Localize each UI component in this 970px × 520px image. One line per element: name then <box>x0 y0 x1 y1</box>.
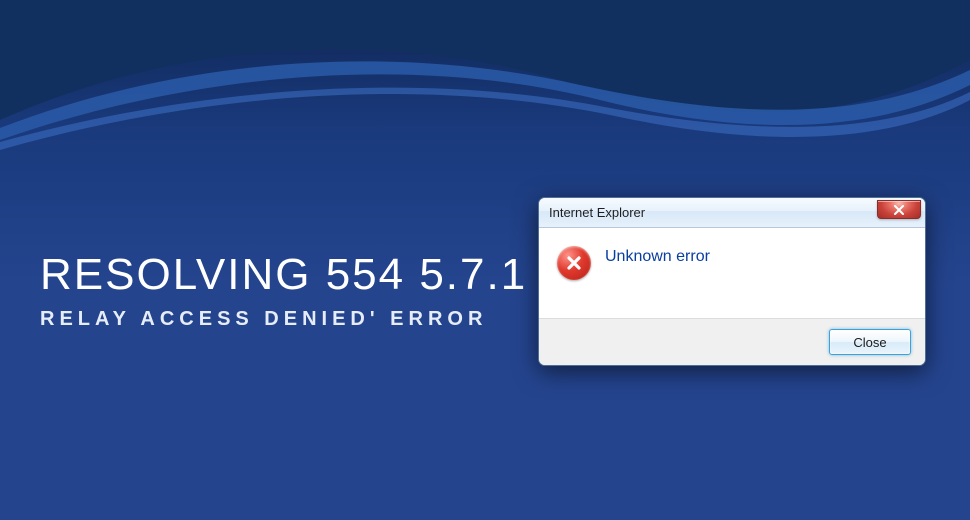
dialog-body: Unknown error <box>539 228 925 318</box>
window-close-button[interactable] <box>877 200 921 219</box>
dialog-footer: Close <box>539 318 925 365</box>
dialog-title: Internet Explorer <box>549 205 877 220</box>
hero-title: RESOLVING 554 5.7.1 <box>40 250 527 300</box>
hero-text: RESOLVING 554 5.7.1 RELAY ACCESS DENIED'… <box>40 250 527 331</box>
decorative-wave <box>0 0 970 200</box>
dialog-titlebar[interactable]: Internet Explorer <box>539 198 925 228</box>
error-icon <box>557 246 591 280</box>
close-button[interactable]: Close <box>829 329 911 355</box>
hero-subtitle: RELAY ACCESS DENIED' ERROR <box>40 308 527 331</box>
dialog-message: Unknown error <box>605 246 710 266</box>
error-dialog: Internet Explorer Unknown error Close <box>538 197 926 366</box>
close-icon <box>893 205 905 215</box>
